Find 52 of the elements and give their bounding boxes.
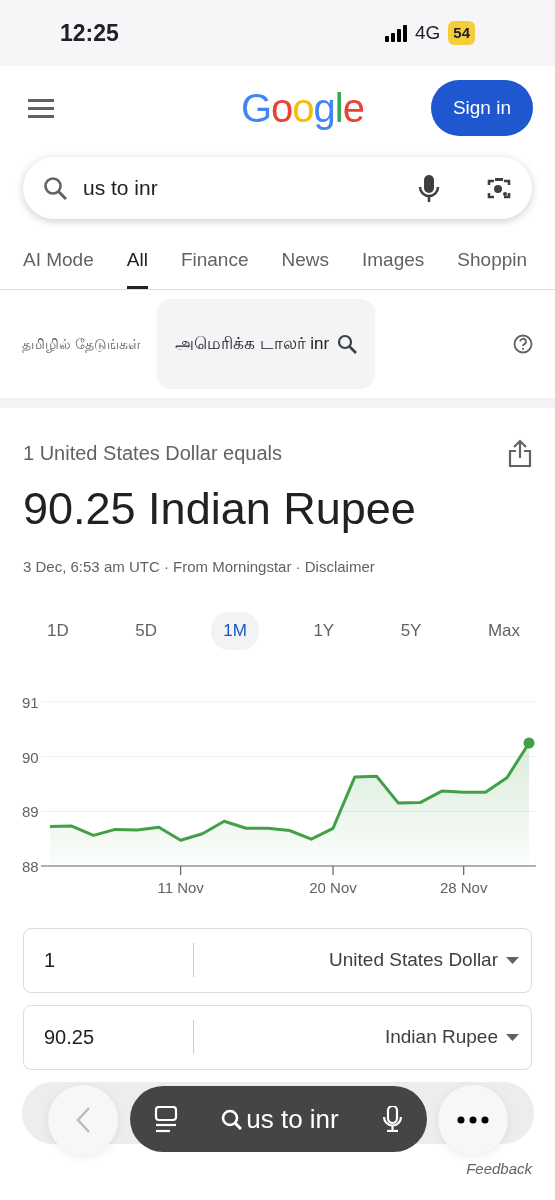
status-time: 12:25 bbox=[60, 18, 119, 48]
range-tab[interactable]: 1M bbox=[211, 612, 259, 650]
back-icon bbox=[75, 1106, 91, 1134]
x-tick-label: 28 Nov bbox=[439, 878, 488, 896]
rate-caption: 1 United States Dollar equals bbox=[23, 441, 283, 466]
menu-icon[interactable] bbox=[28, 96, 54, 120]
search-field[interactable]: us to inr bbox=[23, 157, 532, 219]
suggested-search[interactable]: அமெரிக்க டாலர் inr bbox=[156, 299, 376, 389]
amount-value[interactable]: 90.25 bbox=[44, 1022, 95, 1052]
range-tab[interactable]: 1Y bbox=[301, 612, 347, 650]
range-tab[interactable]: 5Y bbox=[388, 612, 434, 650]
sign-in-button[interactable]: Sign in bbox=[430, 79, 533, 137]
search-tab[interactable]: Images bbox=[362, 233, 425, 289]
range-tab[interactable]: 1D bbox=[35, 612, 81, 650]
y-tick-label: 90 bbox=[22, 748, 39, 766]
latest-point bbox=[523, 737, 535, 748]
y-tick-label: 91 bbox=[22, 693, 39, 711]
network-label: 4G bbox=[414, 20, 441, 45]
amount-value[interactable]: 1 bbox=[44, 945, 56, 975]
search-tab[interactable]: All bbox=[126, 233, 148, 289]
tabs-icon[interactable] bbox=[154, 1105, 178, 1133]
caret-icon bbox=[506, 1033, 519, 1041]
range-tab[interactable]: 5D bbox=[123, 612, 169, 650]
help-icon[interactable] bbox=[513, 334, 533, 354]
caret-icon bbox=[506, 956, 519, 964]
signal-icon bbox=[384, 24, 407, 42]
share-icon[interactable] bbox=[508, 438, 532, 468]
range-tab[interactable]: Max bbox=[475, 612, 532, 650]
currency-select[interactable]: United States Dollar bbox=[323, 944, 531, 976]
feedback-link[interactable]: Feedback bbox=[466, 1158, 532, 1181]
search-tab[interactable]: Finance bbox=[180, 233, 249, 289]
microphone-icon[interactable] bbox=[418, 174, 440, 202]
logo: Google bbox=[240, 85, 364, 132]
search-tab[interactable]: AI Mode bbox=[23, 233, 94, 289]
source-info: 3 Dec, 6:53 am UTC · From Morningstar · Disclaimer bbox=[23, 556, 376, 577]
more-icon bbox=[457, 1116, 489, 1124]
y-tick-label: 89 bbox=[22, 802, 39, 820]
search-icon bbox=[43, 176, 67, 200]
search-icon bbox=[337, 334, 358, 354]
language-label: தமிழில் தேடுங்கள் bbox=[22, 334, 141, 355]
currency-select[interactable]: Indian Rupee bbox=[378, 1021, 531, 1053]
battery-level: 54 bbox=[448, 20, 475, 46]
x-tick-label: 20 Nov bbox=[309, 878, 357, 896]
search-tab[interactable]: Shoppin bbox=[457, 233, 528, 289]
search-icon bbox=[221, 1108, 243, 1130]
address-bar[interactable]: us to inr bbox=[130, 1086, 427, 1152]
search-tab[interactable]: News bbox=[281, 233, 329, 289]
conversion-result: 90.25 Indian Rupee bbox=[23, 484, 417, 534]
y-tick-label: 88 bbox=[22, 857, 39, 875]
camera-search-icon[interactable] bbox=[486, 176, 512, 200]
microphone-icon[interactable] bbox=[382, 1106, 403, 1132]
x-tick-label: 11 Nov bbox=[157, 878, 204, 896]
